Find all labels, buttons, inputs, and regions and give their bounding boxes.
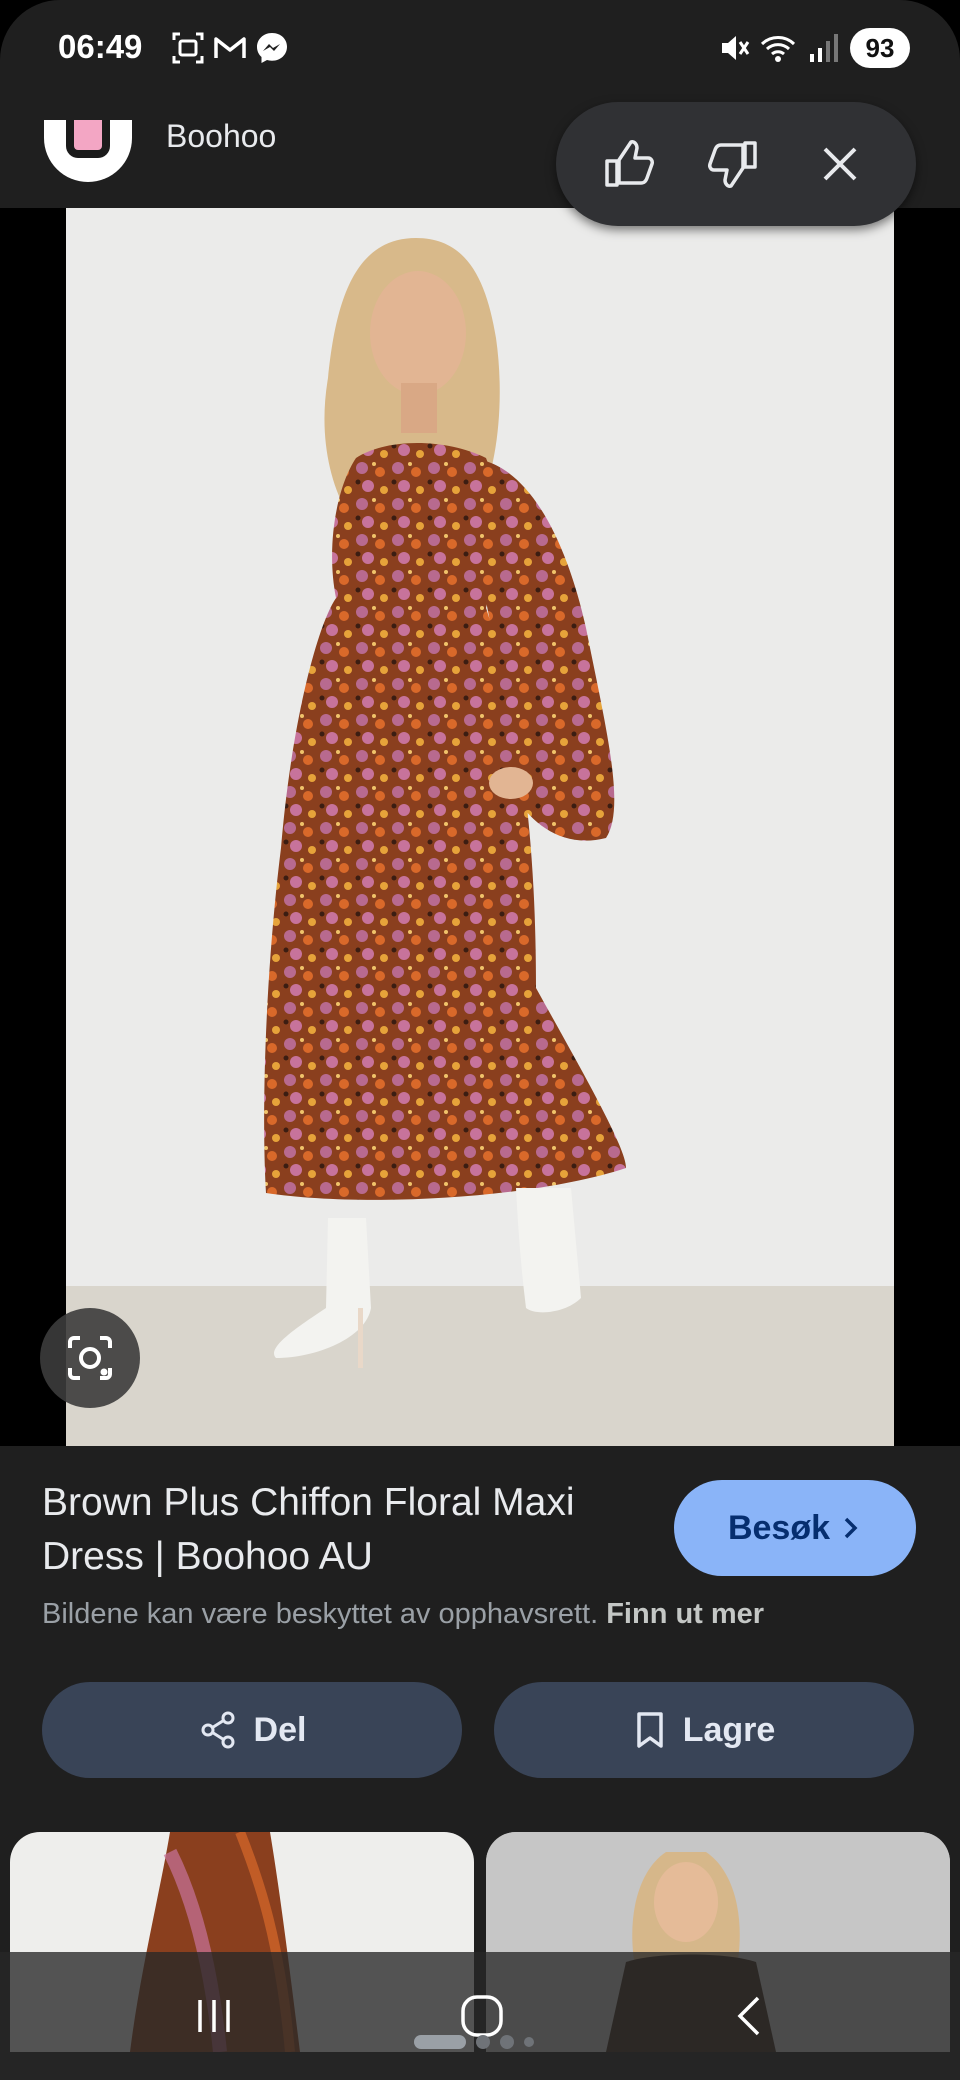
signal-icon	[806, 30, 842, 66]
status-time: 06:49	[58, 28, 143, 65]
feedback-bar	[556, 102, 916, 226]
copyright-text: Bildene kan være beskyttet av opphavsret…	[42, 1598, 599, 1630]
site-name[interactable]: Boohoo	[166, 118, 276, 155]
bookmark-icon	[636, 1712, 663, 1748]
status-bar: 06:49 93	[0, 0, 960, 100]
page-indicator	[414, 2035, 534, 2049]
image-viewer	[0, 208, 960, 1446]
share-button[interactable]: Del	[42, 1682, 462, 1778]
share-label: Del	[253, 1710, 307, 1749]
mute-icon	[716, 30, 752, 66]
back-icon[interactable]	[710, 1986, 790, 2046]
site-logo[interactable]	[44, 120, 132, 182]
messenger-icon	[254, 30, 290, 66]
visit-button[interactable]: Besøk	[674, 1480, 916, 1576]
lens-search-button[interactable]	[40, 1308, 140, 1408]
save-label: Lagre	[682, 1710, 776, 1749]
visit-label: Besøk	[727, 1508, 831, 1547]
navigation-bar	[0, 1952, 960, 2080]
product-image[interactable]	[66, 208, 894, 1446]
battery-indicator: 93	[850, 28, 910, 68]
thumbs-up-icon[interactable]	[596, 132, 660, 196]
gmail-icon	[212, 30, 248, 66]
recent-apps-icon[interactable]	[174, 1986, 254, 2046]
thumbs-down-icon[interactable]	[702, 132, 766, 196]
wifi-icon	[760, 30, 796, 66]
lens-icon	[68, 1336, 112, 1380]
chevron-right-icon	[844, 1517, 858, 1539]
save-button[interactable]: Lagre	[494, 1682, 914, 1778]
learn-more-link[interactable]: Finn ut mer	[606, 1598, 764, 1630]
screen: 06:49 93 Boohoo Brown Plus Chiffon Flora…	[0, 0, 960, 2080]
result-title[interactable]: Brown Plus Chiffon Floral Maxi Dress | B…	[42, 1476, 642, 1584]
screenshot-icon	[170, 30, 206, 66]
copyright-notice: Bildene kan være beskyttet av opphavsret…	[42, 1598, 764, 1631]
close-icon[interactable]	[808, 132, 872, 196]
share-icon	[201, 1711, 235, 1749]
